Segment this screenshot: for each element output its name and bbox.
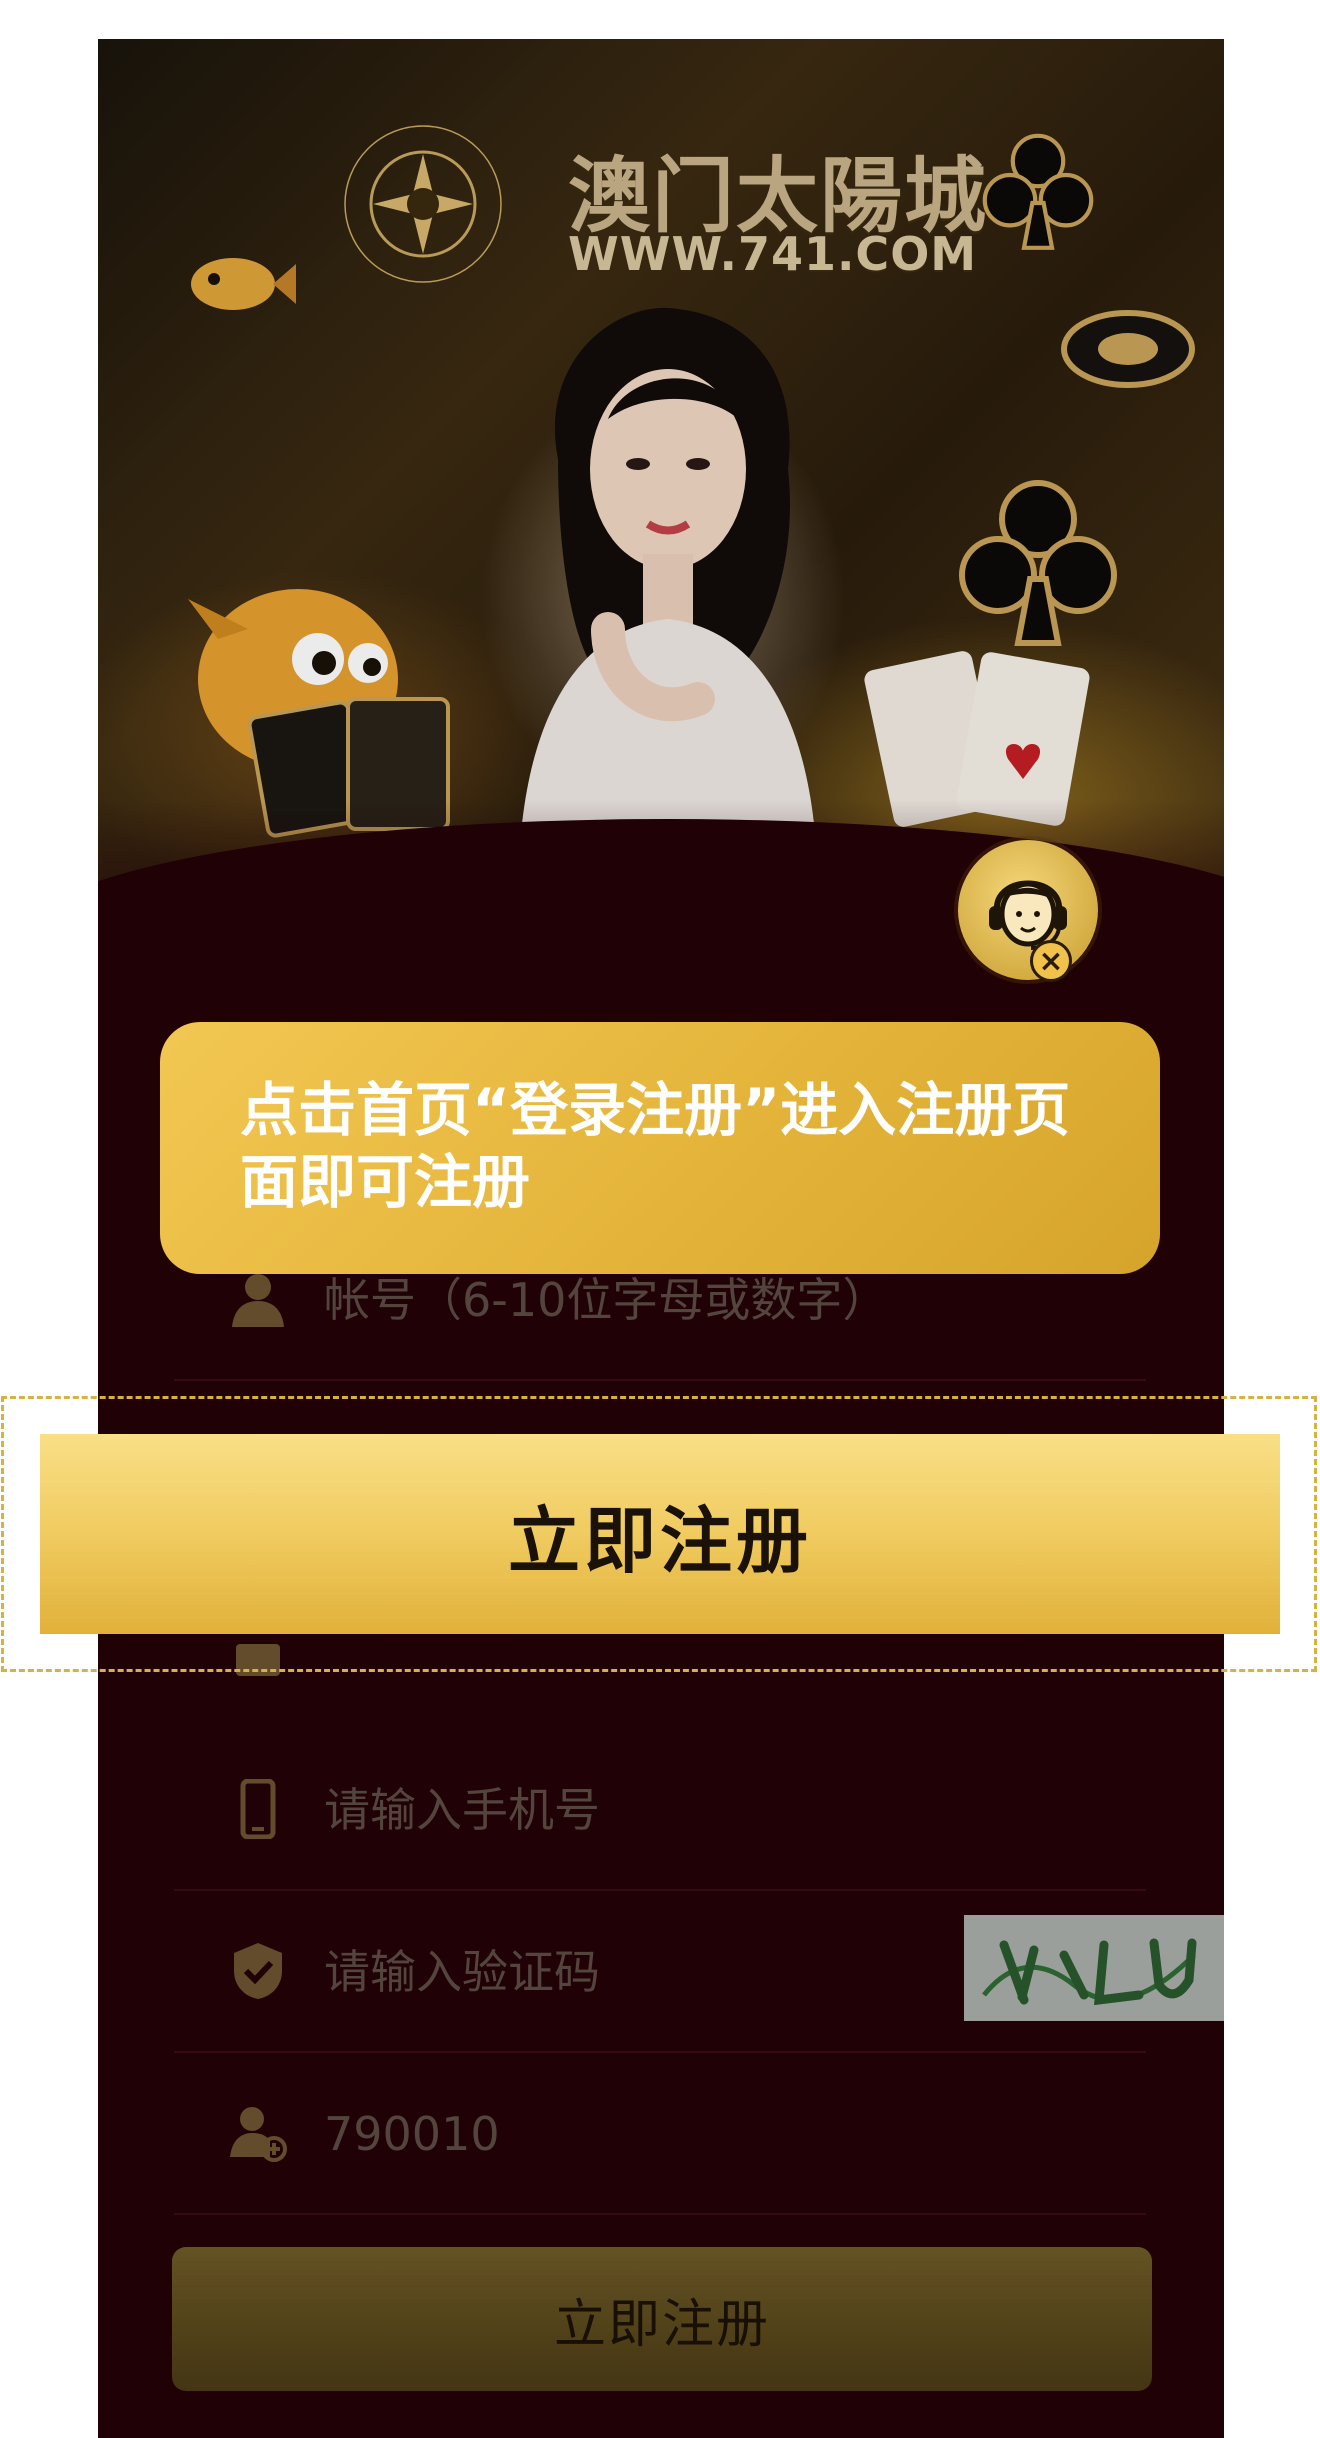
customer-support-button[interactable] [958, 840, 1098, 980]
tour-register-button[interactable]: 立即注册 [40, 1434, 1280, 1634]
tour-tooltip: 点击首页“登录注册”进入注册页面即可注册 [160, 1022, 1160, 1274]
close-icon[interactable]: × [1030, 940, 1072, 982]
